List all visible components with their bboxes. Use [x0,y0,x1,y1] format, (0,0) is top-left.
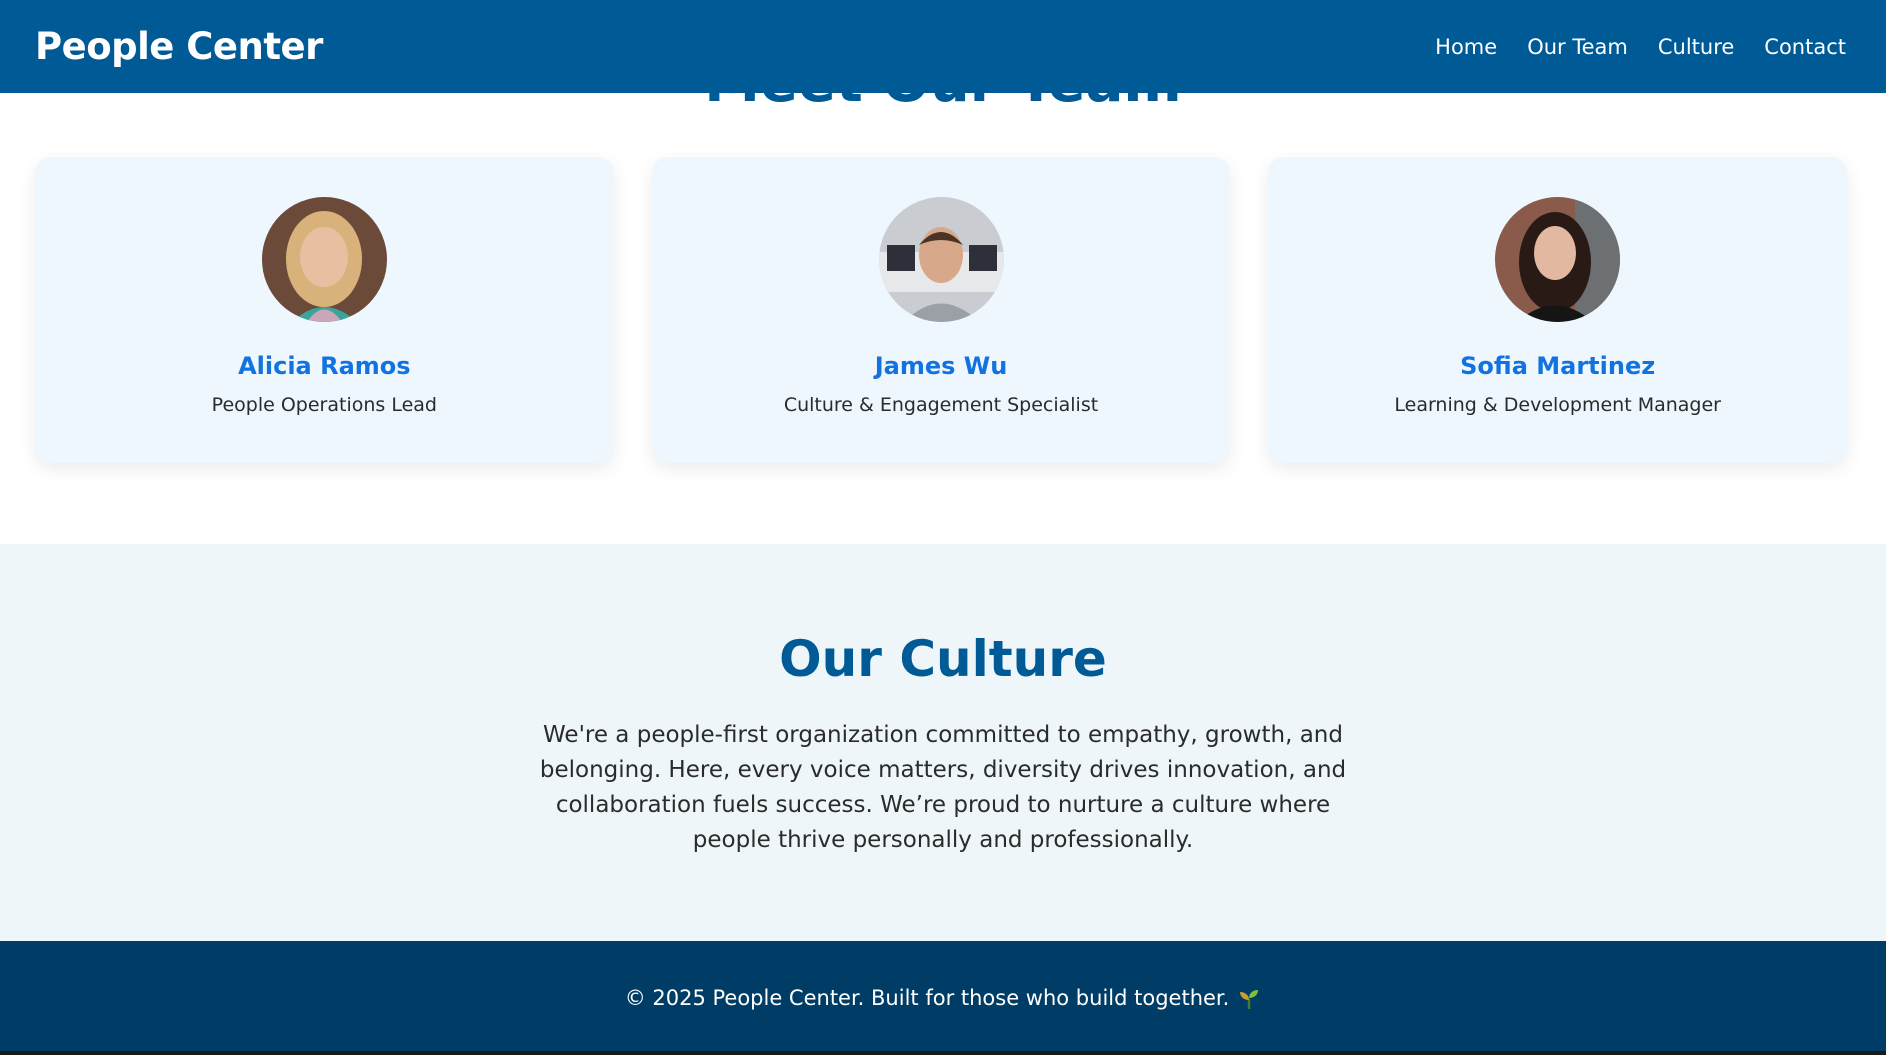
footer-text: © 2025 People Center. Built for those wh… [624,986,1230,1010]
culture-title: Our Culture [779,630,1107,688]
member-name: Sofia Martinez [1460,352,1656,380]
brand-logo-text[interactable]: People Center [35,25,323,68]
team-card-alicia: Alicia Ramos People Operations Lead [35,157,614,463]
culture-section: Our Culture We're a people-first organiz… [0,544,1886,941]
portrait-man-icon [878,197,1004,322]
site-footer: © 2025 People Center. Built for those wh… [0,941,1886,1055]
portrait-woman-blonde-icon [261,197,387,322]
nav-culture-link[interactable]: Culture [1658,35,1734,59]
member-role: People Operations Lead [211,394,437,416]
member-role: Learning & Development Manager [1394,394,1721,416]
member-role: Culture & Engagement Specialist [783,394,1099,416]
avatar-james [878,197,1004,322]
avatar-sofia [1495,197,1621,322]
main-nav: Home Our Team Culture Contact [1435,35,1846,59]
avatar-alicia [261,197,387,322]
nav-our-team-link[interactable]: Our Team [1527,35,1628,59]
member-name: James Wu [874,352,1008,380]
site-header: People Center Home Our Team Culture Cont… [0,0,1886,93]
team-cards: Alicia Ramos People Operations Lead Jame… [35,157,1848,463]
nav-home-link[interactable]: Home [1435,35,1497,59]
nav-contact-link[interactable]: Contact [1764,35,1846,59]
sprout-icon [1237,986,1261,1011]
portrait-woman-dark-hair-icon [1495,197,1621,322]
team-card-sofia: Sofia Martinez Learning & Development Ma… [1268,157,1848,463]
culture-description: We're a people-first organization commit… [539,722,1347,853]
member-name: Alicia Ramos [238,352,411,380]
team-card-james: James Wu Culture & Engagement Specialist [651,157,1231,463]
page-bottom-border [0,1051,1886,1055]
